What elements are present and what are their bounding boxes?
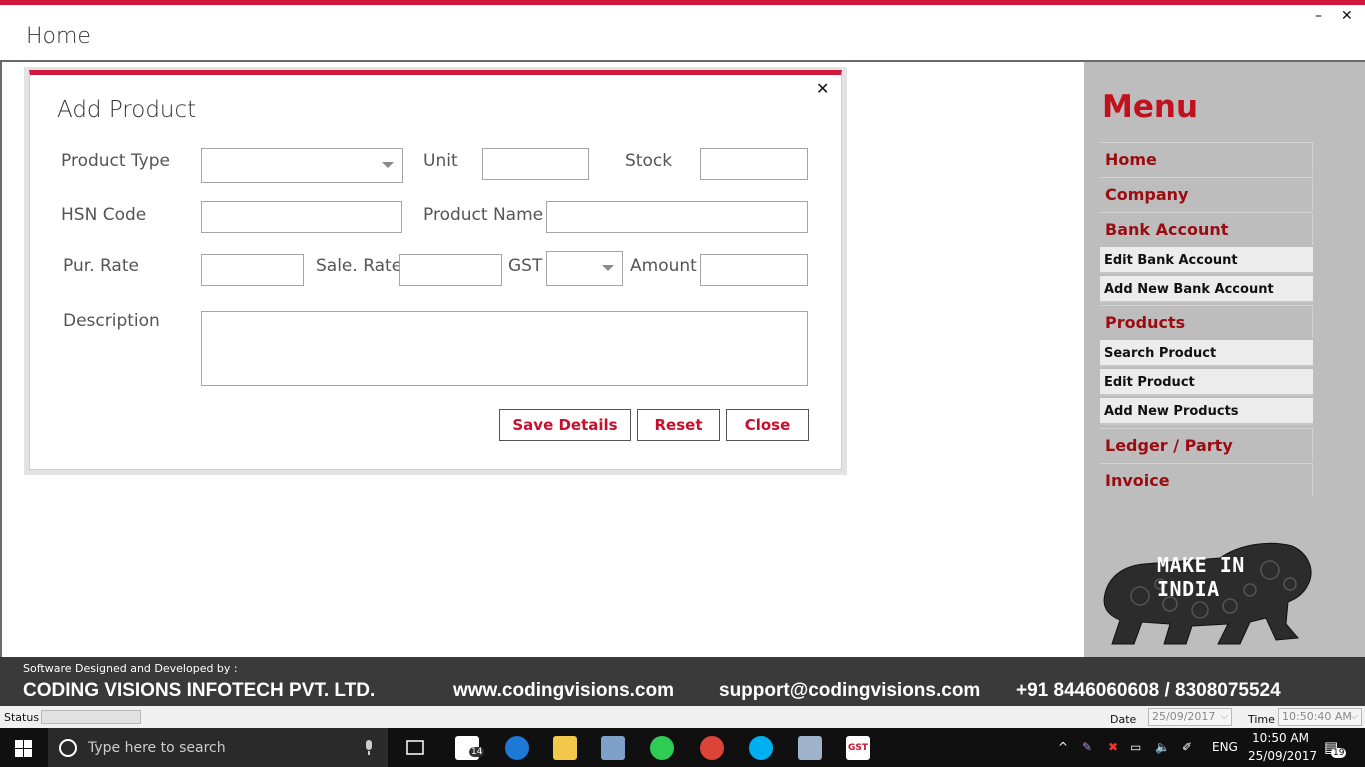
ink-icon[interactable]: ✐ — [1182, 740, 1192, 754]
gst-label: GST — [508, 256, 543, 276]
search-placeholder: Type here to search — [88, 740, 226, 756]
taskbar: Type here to search 14 GST ^ ✎ ✖ ▭ 🔈 ✐ E… — [0, 728, 1365, 767]
footer-company: CODING VISIONS INFOTECH PVT. LTD. — [23, 680, 376, 701]
unit-label: Unit — [423, 151, 458, 171]
menu-panel: Menu Home Company Bank Account Edit Bank… — [1084, 62, 1365, 657]
stock-input[interactable] — [700, 148, 808, 180]
task-view-icon[interactable] — [404, 736, 428, 760]
accent-top-bar — [0, 0, 1365, 5]
amount-input[interactable] — [700, 254, 808, 286]
dialog-title: Add Product — [57, 97, 197, 123]
time-value: 10:50:40 AM — [1282, 710, 1352, 723]
product-name-label: Product Name — [423, 205, 544, 225]
whatsapp-icon[interactable] — [650, 736, 674, 760]
date-label: Date — [1110, 713, 1137, 726]
time-picker[interactable]: 10:50:40 AM ⌵ — [1278, 708, 1362, 726]
add-product-dialog: Add Product ✕ Product Type Unit Stock HS… — [29, 70, 842, 470]
chevron-down-icon — [602, 265, 614, 271]
window-close-button[interactable]: ✕ — [1341, 8, 1353, 24]
footer-website: www.codingvisions.com — [453, 680, 674, 701]
menu-item-search-product[interactable]: Search Product — [1100, 340, 1313, 367]
gst-app-icon[interactable]: GST — [846, 736, 870, 760]
chrome-icon[interactable] — [700, 736, 724, 760]
taskbar-clock-date[interactable]: 25/09/2017 — [1248, 749, 1317, 763]
image-viewer-icon[interactable] — [798, 736, 822, 760]
menu-item-edit-product[interactable]: Edit Product — [1100, 369, 1313, 396]
close-button[interactable]: Close — [726, 409, 809, 441]
menu-item-bank-account[interactable]: Bank Account — [1100, 212, 1313, 245]
menu-item-ledger-party[interactable]: Ledger / Party — [1100, 428, 1313, 461]
pen-icon[interactable]: ✎ — [1082, 740, 1092, 754]
save-details-button[interactable]: Save Details — [499, 409, 631, 441]
date-picker[interactable]: 25/09/2017 ⌵ — [1148, 708, 1232, 726]
chevron-up-icon[interactable]: ^ — [1058, 740, 1068, 754]
stock-label: Stock — [625, 151, 673, 171]
make-in-india-logo: MAKE IN INDIA — [1100, 540, 1314, 648]
footer-phone: +91 8446060608 / 8308075524 — [1016, 680, 1281, 701]
description-label: Description — [63, 311, 160, 331]
menu-item-edit-bank-account[interactable]: Edit Bank Account — [1100, 247, 1313, 274]
make-in-india-text: MAKE IN INDIA — [1157, 553, 1245, 601]
chevron-down-icon: ⌵ — [1220, 711, 1228, 722]
skype-icon[interactable] — [749, 736, 773, 760]
amount-label: Amount — [630, 256, 697, 276]
file-explorer-icon[interactable] — [553, 736, 577, 760]
windows-start-icon[interactable] — [15, 740, 32, 757]
sale-rate-label: Sale. Rate — [316, 256, 403, 276]
notification-badge: 19 — [1331, 748, 1347, 758]
unit-input[interactable] — [482, 148, 589, 180]
footer-email: support@codingvisions.com — [719, 680, 981, 701]
menu-title: Menu — [1102, 89, 1199, 125]
footer-credit: Software Designed and Developed by : — [23, 662, 238, 675]
taskbar-search-box[interactable]: Type here to search — [48, 728, 388, 767]
pur-rate-input[interactable] — [201, 254, 304, 286]
network-error-icon[interactable]: ✖ — [1108, 740, 1118, 754]
battery-icon[interactable]: ▭ — [1130, 740, 1141, 754]
calculator-icon[interactable] — [601, 736, 625, 760]
page-title: Home — [26, 24, 91, 49]
dialog-close-icon[interactable]: ✕ — [816, 79, 829, 98]
volume-icon[interactable]: 🔈 — [1155, 740, 1170, 754]
pur-rate-label: Pur. Rate — [63, 256, 139, 276]
chevron-down-icon: ⌵ — [1350, 711, 1358, 722]
status-bar: Status Date 25/09/2017 ⌵ Time 10:50:40 A… — [0, 706, 1365, 728]
date-value: 25/09/2017 — [1152, 710, 1216, 723]
menu-item-invoice[interactable]: Invoice — [1100, 463, 1313, 496]
cortana-icon — [59, 739, 77, 757]
product-type-label: Product Type — [61, 151, 170, 171]
hsn-code-input[interactable] — [201, 201, 402, 233]
sale-rate-input[interactable] — [399, 254, 502, 286]
time-label: Time — [1248, 713, 1275, 726]
mail-badge: 14 — [469, 747, 485, 757]
footer: Software Designed and Developed by : COD… — [0, 657, 1365, 706]
content-left-border — [0, 62, 2, 657]
reset-button[interactable]: Reset — [637, 409, 720, 441]
product-type-select[interactable] — [201, 148, 403, 183]
status-label: Status — [4, 711, 40, 724]
menu-item-home[interactable]: Home — [1100, 142, 1313, 175]
gst-select[interactable] — [546, 251, 623, 286]
mail-icon[interactable]: 14 — [455, 736, 485, 760]
menu-item-add-new-bank-account[interactable]: Add New Bank Account — [1100, 276, 1313, 303]
menu-item-add-new-products[interactable]: Add New Products — [1100, 398, 1313, 425]
description-textarea[interactable] — [201, 311, 808, 386]
microphone-icon[interactable] — [364, 740, 374, 756]
hsn-code-label: HSN Code — [61, 205, 147, 225]
chevron-down-icon — [382, 162, 394, 168]
product-name-input[interactable] — [546, 201, 808, 233]
menu-item-products[interactable]: Products — [1100, 305, 1313, 338]
minimize-button[interactable]: – — [1315, 8, 1322, 24]
edge-browser-icon[interactable] — [505, 736, 529, 760]
menu-item-company[interactable]: Company — [1100, 177, 1313, 210]
taskbar-clock-time[interactable]: 10:50 AM — [1252, 731, 1309, 745]
language-indicator[interactable]: ENG — [1212, 740, 1238, 754]
status-progress — [41, 710, 141, 724]
